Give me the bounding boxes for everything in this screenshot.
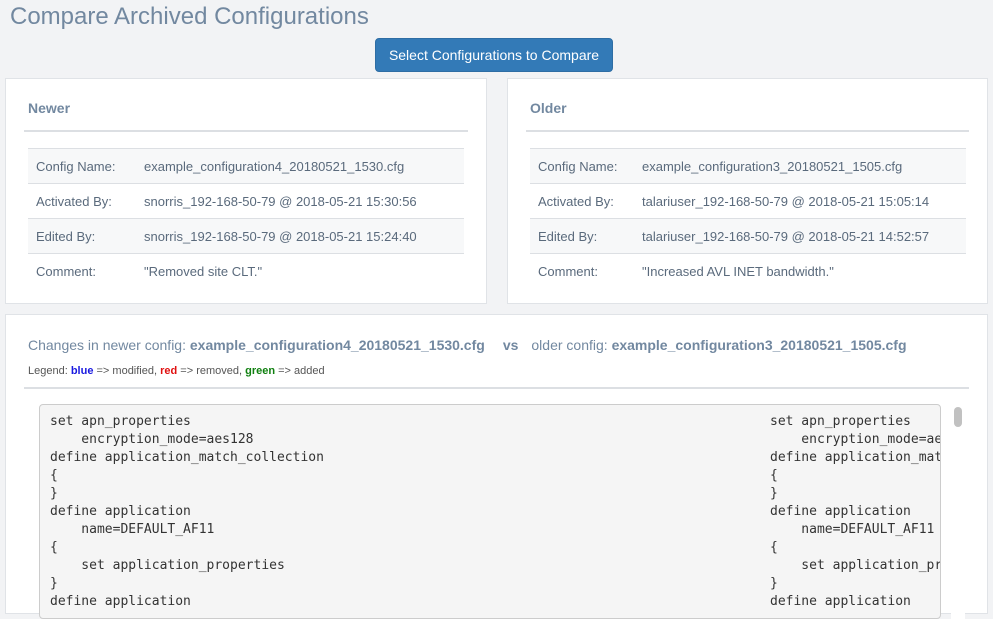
row-value: "Removed site CLT." bbox=[136, 253, 464, 288]
row-label: Comment: bbox=[530, 253, 634, 288]
table-row: Edited By: talariuser_192-168-50-79 @ 20… bbox=[530, 218, 966, 254]
row-label: Edited By: bbox=[530, 218, 634, 254]
changes-newer-prefix: Changes in newer config: bbox=[28, 337, 190, 353]
table-row: Activated By: talariuser_192-168-50-79 @… bbox=[530, 183, 966, 219]
row-label: Activated By: bbox=[530, 183, 634, 219]
diff-scrollbar[interactable] bbox=[951, 404, 965, 619]
table-row: Config Name: example_configuration4_2018… bbox=[28, 148, 464, 184]
older-config-text: set apn_properties encryption_mode=aes12… bbox=[770, 414, 940, 609]
table-row: Config Name: example_configuration3_2018… bbox=[530, 148, 966, 184]
row-value: example_configuration4_20180521_1530.cfg bbox=[136, 148, 464, 184]
row-value: example_configuration3_20180521_1505.cfg bbox=[634, 148, 966, 184]
legend-red: red bbox=[160, 365, 178, 377]
older-heading: Older bbox=[530, 100, 567, 116]
older-info-table: Config Name: example_configuration3_2018… bbox=[530, 148, 966, 288]
divider bbox=[526, 130, 969, 132]
row-label: Config Name: bbox=[28, 148, 136, 184]
row-value: "Increased AVL INET bandwidth." bbox=[634, 253, 966, 288]
table-row: Activated By: snorris_192-168-50-79 @ 20… bbox=[28, 183, 464, 219]
row-value: snorris_192-168-50-79 @ 2018-05-21 15:24… bbox=[136, 218, 464, 254]
row-label: Config Name: bbox=[530, 148, 634, 184]
table-row: Comment: "Increased AVL INET bandwidth." bbox=[530, 253, 966, 288]
row-label: Activated By: bbox=[28, 183, 136, 219]
diff-viewer[interactable]: set apn_properties encryption_mode=aes12… bbox=[39, 404, 941, 619]
row-value: talariuser_192-168-50-79 @ 2018-05-21 15… bbox=[634, 183, 966, 219]
newer-heading: Newer bbox=[28, 100, 71, 116]
row-label: Comment: bbox=[28, 253, 136, 288]
table-row: Edited By: snorris_192-168-50-79 @ 2018-… bbox=[28, 218, 464, 254]
newer-config-panel: Newer Config Name: example_configuration… bbox=[5, 78, 487, 304]
legend-red-text: => removed, bbox=[177, 365, 246, 377]
legend-blue: blue bbox=[70, 365, 94, 377]
changes-older-prefix: older config: bbox=[531, 337, 612, 353]
row-value: talariuser_192-168-50-79 @ 2018-05-21 14… bbox=[634, 218, 966, 254]
legend-blue-text: => modified, bbox=[93, 365, 161, 377]
changes-newer-file: example_configuration4_20180521_1530.cfg bbox=[189, 337, 485, 353]
legend: Legend: blue => modified, red => removed… bbox=[28, 365, 325, 377]
table-row: Comment: "Removed site CLT." bbox=[28, 253, 464, 288]
divider bbox=[24, 387, 969, 389]
legend-green: green bbox=[245, 365, 276, 377]
changes-older-file: example_configuration3_20180521_1505.cfg bbox=[611, 337, 907, 353]
legend-green-text: => added bbox=[275, 365, 325, 377]
newer-config-text: set apn_properties encryption_mode=aes12… bbox=[50, 414, 324, 609]
newer-info-table: Config Name: example_configuration4_2018… bbox=[28, 148, 464, 288]
row-label: Edited By: bbox=[28, 218, 136, 254]
scrollbar-thumb[interactable] bbox=[954, 407, 962, 427]
divider bbox=[24, 130, 468, 132]
changes-vs: vs bbox=[502, 337, 519, 353]
changes-panel: Changes in newer config: example_configu… bbox=[5, 314, 988, 619]
legend-label: Legend: bbox=[28, 365, 71, 377]
changes-heading: Changes in newer config: example_configu… bbox=[28, 337, 907, 353]
older-config-panel: Older Config Name: example_configuration… bbox=[507, 78, 988, 304]
select-configurations-button[interactable]: Select Configurations to Compare bbox=[375, 38, 613, 72]
page-title: Compare Archived Configurations bbox=[10, 3, 369, 30]
row-value: snorris_192-168-50-79 @ 2018-05-21 15:30… bbox=[136, 183, 464, 219]
